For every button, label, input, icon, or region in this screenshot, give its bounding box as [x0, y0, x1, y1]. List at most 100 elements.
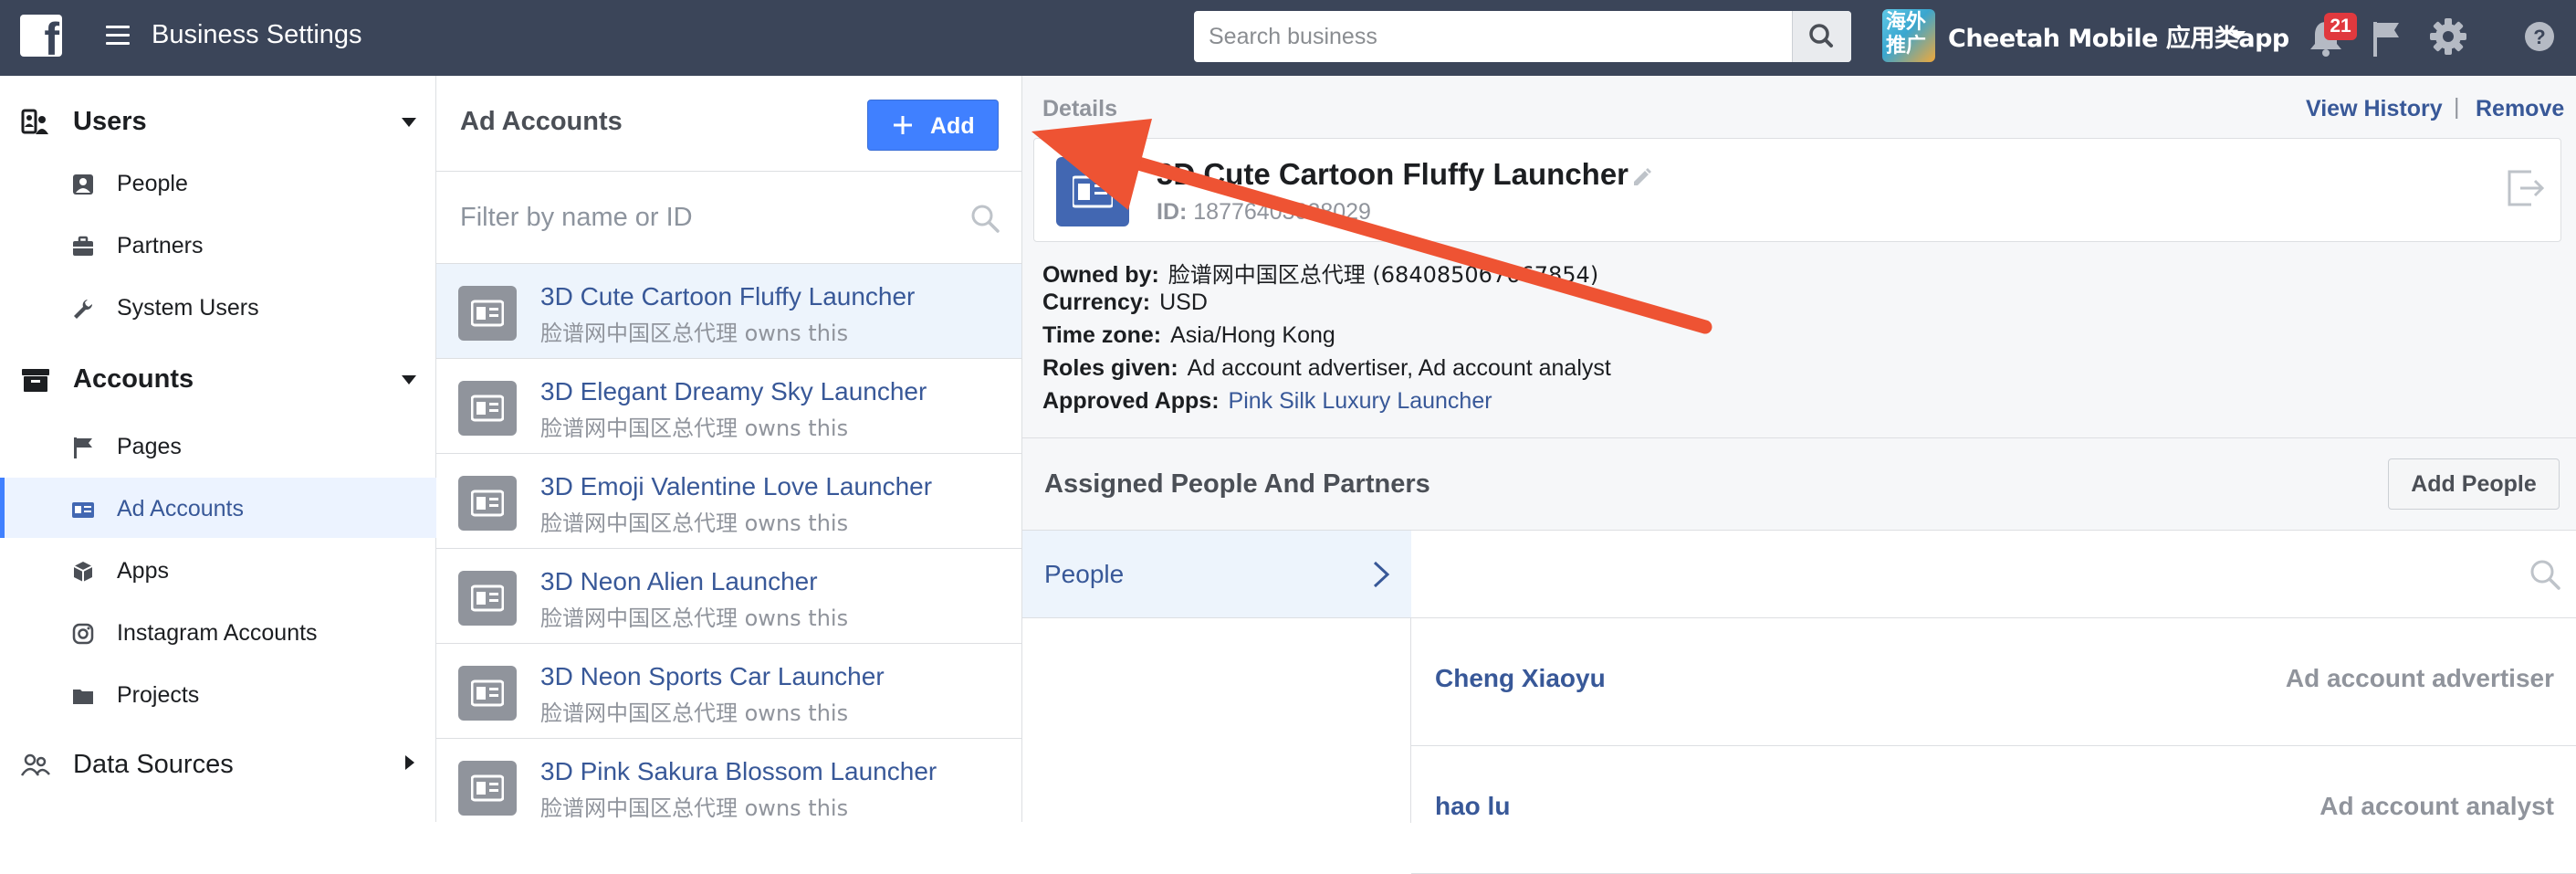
ad-account-row[interactable]: 3D Elegant Dreamy Sky Launcher 脸谱网中国区总代理 …	[436, 359, 1021, 454]
ad-account-name[interactable]: 3D Neon Alien Launcher	[540, 567, 818, 596]
people-search-input[interactable]	[1411, 531, 2488, 616]
ad-account-row[interactable]: 3D Emoji Valentine Love Launcher 脸谱网中国区总代…	[436, 454, 1021, 549]
sidebar-item-ad-accounts[interactable]: Ad Accounts	[0, 478, 436, 538]
add-ad-account-button[interactable]: Add	[867, 100, 999, 151]
person-icon	[73, 174, 93, 195]
add-people-button[interactable]: Add People	[2388, 458, 2560, 510]
ad-account-name[interactable]: 3D Neon Sports Car Launcher	[540, 662, 885, 691]
details-label: Details	[1042, 96, 1117, 121]
link-separator: |	[2454, 94, 2460, 120]
ad-accounts-list-panel: Ad Accounts Add 3D Cute Cartoon Fluffy L…	[436, 76, 1022, 822]
ad-account-card: 3D Cute Cartoon Fluffy Launcher ID: 1877…	[1033, 138, 2561, 242]
sidebar-item-apps[interactable]: Apps	[0, 540, 436, 600]
ad-account-row[interactable]: 3D Neon Sports Car Launcher 脸谱网中国区总代理 own…	[436, 644, 1021, 739]
sidebar-item-label: People	[117, 171, 188, 196]
exit-icon[interactable]	[2504, 166, 2546, 210]
sidebar-item-instagram-accounts[interactable]: Instagram Accounts	[0, 602, 436, 662]
ad-account-name[interactable]: 3D Cute Cartoon Fluffy Launcher	[540, 282, 915, 311]
sidebar-item-label: System Users	[117, 295, 259, 321]
filter-input[interactable]	[436, 172, 948, 263]
ad-account-icon	[458, 571, 517, 626]
ad-account-icon	[458, 286, 517, 341]
person-row[interactable]: Cheng Xiaoyu Ad account advertiser	[1411, 618, 2576, 746]
person-row[interactable]: hao lu Ad account analyst	[1411, 746, 2576, 874]
cube-icon	[73, 562, 93, 582]
sidebar-item-label: Projects	[117, 682, 200, 708]
ad-account-name[interactable]: 3D Pink Sakura Blossom Launcher	[540, 757, 937, 786]
ad-account-icon	[1056, 157, 1129, 226]
tab-people[interactable]: People	[1022, 531, 1411, 618]
owned-by-row: Owned by: 脸谱网中国区总代理 (684085067667854)	[1042, 262, 1599, 288]
sidebar-section-data-sources[interactable]: Data Sources	[0, 733, 436, 794]
sidebar-item-pages[interactable]: Pages	[0, 416, 436, 476]
ad-account-name[interactable]: 3D Emoji Valentine Love Launcher	[540, 472, 932, 501]
pencil-icon[interactable]	[1631, 166, 1653, 188]
top-bar: f Business Settings 海外 推广 Cheetah Mobile…	[0, 0, 2576, 76]
briefcase-icon	[73, 236, 93, 256]
people-search	[1411, 531, 2576, 618]
roles-row: Roles given: Ad account advertiser, Ad ac…	[1042, 355, 1611, 381]
sidebar-item-label: Instagram Accounts	[117, 620, 318, 646]
people-tab-list: People	[1022, 531, 1411, 823]
ad-account-row[interactable]: 3D Cute Cartoon Fluffy Launcher 脸谱网中国区总代理…	[436, 264, 1021, 359]
search-icon	[2530, 560, 2560, 590]
sidebar-section-label: Users	[73, 107, 147, 136]
ad-account-icon	[458, 761, 517, 816]
search-button[interactable]	[1792, 11, 1851, 62]
hamburger-menu-icon[interactable]	[106, 26, 130, 46]
assigned-title: Assigned People And Partners	[1044, 469, 1430, 499]
sidebar-item-projects[interactable]: Projects	[0, 664, 436, 724]
chevron-down-icon[interactable]	[2231, 31, 2246, 40]
sidebar-item-partners[interactable]: Partners	[0, 215, 436, 275]
ad-account-owner: 脸谱网中国区总代理 owns this	[540, 321, 849, 346]
flag-icon[interactable]	[2370, 18, 2403, 58]
chevron-down-icon	[402, 375, 416, 384]
search-business-input[interactable]	[1194, 11, 1787, 62]
ad-account-icon	[458, 381, 517, 436]
ad-account-row[interactable]: 3D Pink Sakura Blossom Launcher 脸谱网中国区总代理…	[436, 739, 1021, 822]
ad-account-icon	[458, 666, 517, 721]
users-icon	[21, 109, 48, 134]
ad-account-owner: 脸谱网中国区总代理 owns this	[540, 416, 849, 441]
sidebar-item-label: Apps	[117, 558, 169, 584]
business-avatar[interactable]: 海外 推广	[1882, 9, 1935, 62]
view-history-link[interactable]: View History	[2306, 96, 2443, 122]
sidebar-section-accounts[interactable]: Accounts	[0, 348, 436, 408]
app-title: Business Settings	[152, 20, 362, 49]
account-id: ID: 18776403028029	[1157, 199, 1371, 225]
sidebar-section-users[interactable]: Users	[0, 90, 436, 151]
sidebar-section-label: Accounts	[73, 364, 194, 394]
ad-account-icon	[458, 476, 517, 531]
gear-icon[interactable]	[2428, 16, 2468, 57]
instagram-icon	[72, 623, 94, 645]
assigned-people-section: Assigned People And Partners Add People …	[1022, 437, 2576, 874]
wrench-icon	[74, 300, 93, 319]
approved-app-link[interactable]: Pink Silk Luxury Launcher	[1229, 388, 1492, 414]
plus-icon	[894, 116, 912, 134]
chevron-right-icon	[1373, 561, 1390, 588]
ad-account-name[interactable]: 3D Elegant Dreamy Sky Launcher	[540, 377, 927, 406]
person-role: Ad account analyst	[2319, 792, 2554, 820]
archive-icon	[22, 369, 49, 392]
ad-account-owner: 脸谱网中国区总代理 owns this	[540, 700, 849, 726]
assigned-header: Assigned People And Partners Add People	[1022, 438, 2576, 531]
person-name[interactable]: hao lu	[1435, 792, 1510, 821]
ad-account-row[interactable]: 3D Neon Alien Launcher 脸谱网中国区总代理 owns thi…	[436, 549, 1021, 644]
person-name[interactable]: Cheng Xiaoyu	[1435, 664, 1606, 693]
sidebar-item-people[interactable]: People	[0, 153, 436, 213]
ad-account-icon	[72, 502, 94, 518]
sidebar: Users People Partners System Users Accou	[0, 76, 436, 822]
approved-apps-row: Approved Apps: Pink Silk Luxury Launcher	[1042, 388, 1492, 414]
account-title: 3D Cute Cartoon Fluffy Launcher	[1157, 157, 1629, 191]
sidebar-item-system-users[interactable]: System Users	[0, 277, 436, 337]
people-group-icon	[20, 753, 50, 776]
help-icon[interactable]: ?	[2523, 20, 2556, 53]
sidebar-item-label: Pages	[117, 434, 182, 459]
currency-row: Currency: USD	[1042, 290, 1208, 315]
search-icon	[1809, 24, 1833, 47]
timezone-row: Time zone: Asia/Hong Kong	[1042, 322, 1335, 348]
facebook-logo[interactable]: f	[20, 15, 62, 57]
notification-badge[interactable]: 21	[2324, 13, 2357, 40]
remove-link[interactable]: Remove	[2476, 96, 2564, 122]
chevron-down-icon	[402, 118, 416, 127]
